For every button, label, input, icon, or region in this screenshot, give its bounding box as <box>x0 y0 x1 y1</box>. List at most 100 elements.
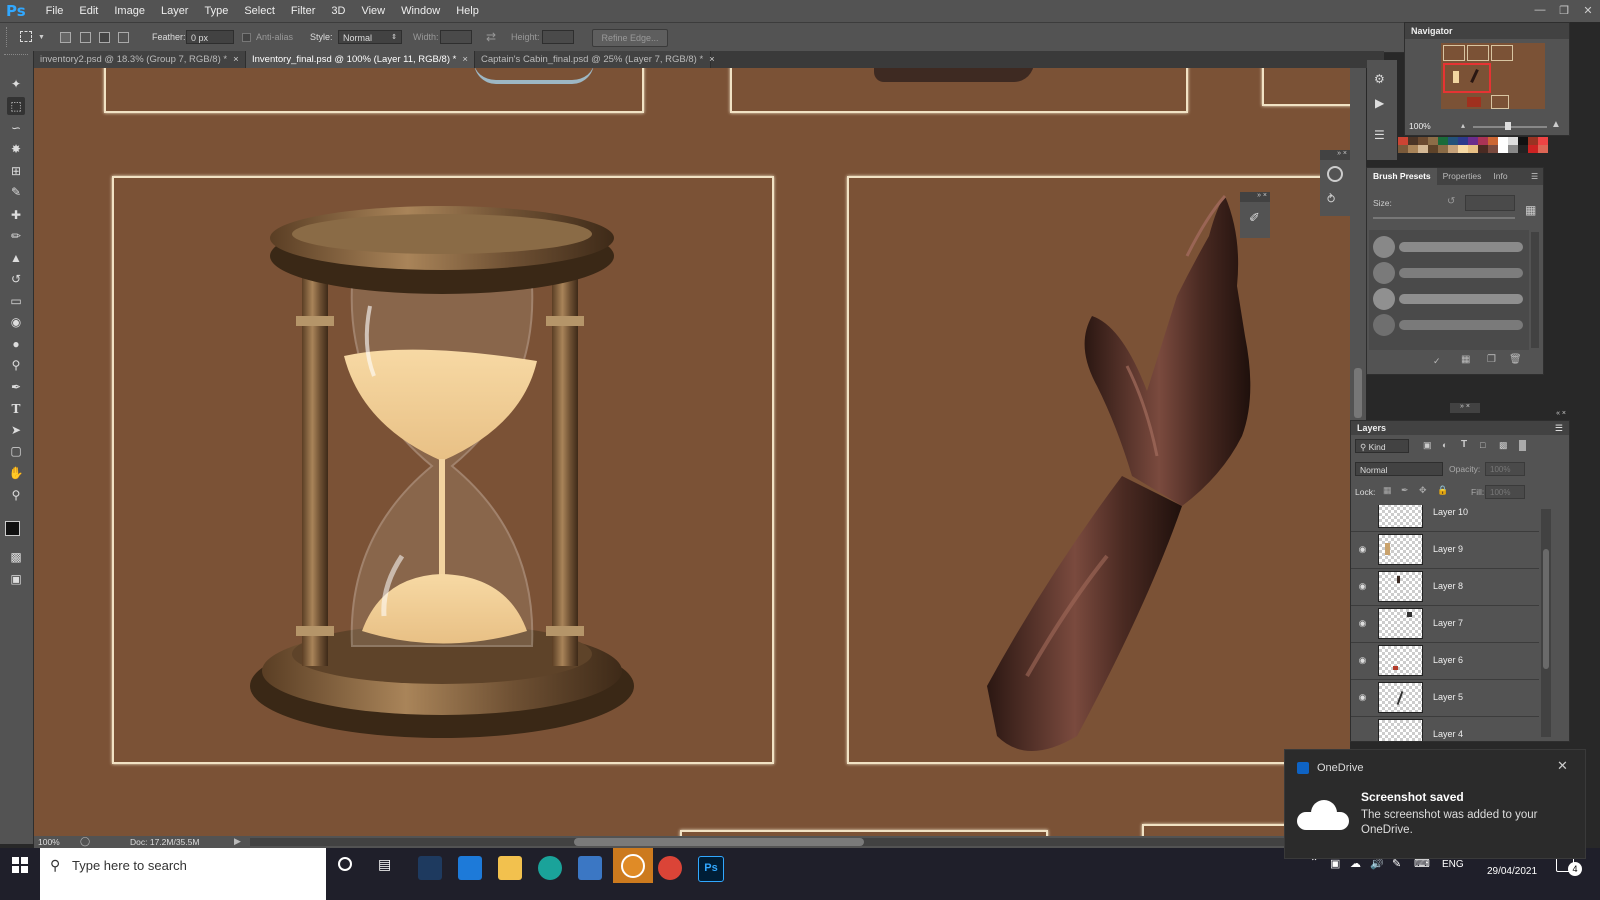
paint-bucket-tool-icon[interactable]: ◉ <box>7 313 25 331</box>
history-panel-icon[interactable]: ⚙ <box>1374 72 1385 86</box>
layer-row[interactable]: ◉ Layer 9 <box>1351 532 1539 569</box>
brush-preset-dot[interactable] <box>1373 262 1395 284</box>
brush-size-slider[interactable] <box>1373 217 1515 219</box>
brush-preset-dot[interactable] <box>1373 314 1395 336</box>
reset-icon[interactable]: ↺ <box>1447 196 1455 207</box>
layer-row[interactable]: Layer 4 <box>1351 717 1539 741</box>
tab-info[interactable]: Info <box>1487 168 1513 185</box>
zoom-out-icon[interactable]: ▴ <box>1461 121 1465 130</box>
status-zoom[interactable]: 100% <box>38 837 60 847</box>
eye-icon[interactable]: ◉ <box>1357 581 1368 592</box>
layers-scrollbar[interactable] <box>1541 509 1551 737</box>
visibility-toggle[interactable] <box>1357 729 1368 740</box>
layer-row[interactable]: ◉ Layer 7 <box>1351 606 1539 643</box>
restore-icon[interactable]: ❐ <box>1552 0 1576 20</box>
new-preset-icon[interactable]: ❐ <box>1487 354 1496 365</box>
zoom-in-icon[interactable]: ▲ <box>1551 119 1561 130</box>
close-icon[interactable]: ✕ <box>1576 0 1600 20</box>
navigator-zoom-value[interactable]: 100% <box>1409 121 1431 131</box>
close-icon[interactable]: × <box>462 54 468 65</box>
fill-input[interactable]: 100% <box>1485 485 1525 499</box>
style-select[interactable]: Normal ⇕ <box>338 30 402 44</box>
options-grip[interactable] <box>6 27 17 47</box>
canvas-vertical-scrollbar[interactable] <box>1350 68 1366 420</box>
panel-collapse-icon[interactable]: » × <box>1450 403 1480 413</box>
brush-preset-dot[interactable] <box>1373 288 1395 310</box>
type-filter-icon[interactable]: T <box>1461 439 1467 450</box>
eye-icon[interactable]: ◉ <box>1357 692 1368 703</box>
blend-mode-select[interactable]: Normal <box>1355 462 1443 476</box>
marquee-preset-icon[interactable] <box>20 31 32 42</box>
app-icon-tablet[interactable] <box>578 856 602 880</box>
slider-handle[interactable] <box>1505 122 1511 130</box>
windows-start-icon[interactable] <box>12 857 28 873</box>
filter-toggle[interactable] <box>1519 440 1526 451</box>
visibility-toggle[interactable] <box>1357 507 1368 518</box>
onedrive-notification-toast[interactable]: OneDrive ✕ Screenshot saved The screensh… <box>1284 749 1586 859</box>
canvas-horizontal-scrollbar[interactable] <box>250 838 1350 846</box>
chevron-down-icon[interactable]: ▼ <box>38 34 45 41</box>
brush-preset-stroke[interactable] <box>1399 320 1523 330</box>
brush-panel-settings-icon[interactable]: ▦ <box>1525 203 1536 217</box>
lock-pixels-icon[interactable]: ✒ <box>1401 485 1409 496</box>
clone-stamp-tool-icon[interactable]: ▲ <box>7 249 25 267</box>
blur-tool-icon[interactable]: ● <box>7 335 25 353</box>
cortana-icon[interactable] <box>338 857 352 871</box>
eye-icon[interactable]: ◉ <box>1357 544 1368 555</box>
subtract-selection-icon[interactable] <box>99 32 110 43</box>
close-icon[interactable]: ✕ <box>1557 758 1568 774</box>
navigator-view-box[interactable] <box>1443 63 1491 93</box>
navigator-thumbnail[interactable] <box>1441 43 1545 109</box>
menu-type[interactable]: Type <box>196 5 236 17</box>
edge-browser-icon[interactable] <box>538 856 562 880</box>
zoom-tool-icon[interactable]: ⚲ <box>7 486 25 504</box>
taskbar-search-box[interactable]: ⚲ Type here to search <box>40 848 326 900</box>
dodge-tool-icon[interactable]: ⚲ <box>7 356 25 374</box>
type-tool-icon[interactable]: T <box>7 400 25 418</box>
tab-inventory2[interactable]: inventory2.psd @ 18.3% (Group 7, RGB/8) … <box>34 51 246 68</box>
brush-preset-stroke[interactable] <box>1399 242 1523 252</box>
document-canvas[interactable] <box>34 68 1350 836</box>
height-input[interactable] <box>542 30 574 44</box>
width-input[interactable] <box>440 30 472 44</box>
lock-position-icon[interactable]: ✥ <box>1419 485 1427 496</box>
healing-brush-tool-icon[interactable]: ✚ <box>7 206 25 224</box>
close-icon[interactable]: × <box>233 54 239 65</box>
move-tool-icon[interactable]: ✦ <box>7 75 25 93</box>
layer-row[interactable]: ◉ Layer 6 <box>1351 643 1539 680</box>
menu-image[interactable]: Image <box>106 5 153 17</box>
file-explorer-icon[interactable] <box>498 856 522 880</box>
tools-grip[interactable] <box>4 54 28 61</box>
pixel-filter-icon[interactable]: ▣ <box>1423 440 1432 451</box>
mail-icon[interactable] <box>458 856 482 880</box>
opacity-input[interactable]: 100% <box>1485 462 1525 476</box>
new-selection-icon[interactable] <box>60 32 71 43</box>
status-menu-arrow-icon[interactable]: ▶ <box>234 836 241 847</box>
transform-icon[interactable]: ⥁ <box>1327 192 1335 206</box>
create-brush-icon[interactable]: ▦ <box>1461 354 1470 365</box>
tab-inventory-final[interactable]: Inventory_final.psd @ 100% (Layer 11, RG… <box>246 51 475 68</box>
tab-captains-cabin[interactable]: Captain's Cabin_final.psd @ 25% (Layer 7… <box>475 51 715 68</box>
actions-play-icon[interactable]: ▶ <box>1375 96 1384 110</box>
brush-preset-dot[interactable] <box>1373 236 1395 258</box>
brush-preset-stroke[interactable] <box>1399 294 1523 304</box>
scrollbar-thumb[interactable] <box>1543 549 1549 669</box>
marquee-tool-icon[interactable]: ⬚ <box>7 97 25 115</box>
swatches-strip[interactable] <box>1398 137 1568 153</box>
menu-window[interactable]: Window <box>393 5 448 17</box>
pen-tool-icon[interactable]: ✒ <box>7 378 25 396</box>
menu-3d[interactable]: 3D <box>323 5 353 17</box>
layer-row[interactable]: Layer 10 <box>1351 505 1539 532</box>
menu-layer[interactable]: Layer <box>153 5 197 17</box>
path-selection-tool-icon[interactable]: ➤ <box>7 421 25 439</box>
brush-list-scrollbar[interactable] <box>1531 232 1539 348</box>
scrollbar-thumb[interactable] <box>574 838 864 846</box>
panel-collapse-icon[interactable]: » × <box>1320 150 1350 160</box>
menu-edit[interactable]: Edit <box>71 5 106 17</box>
rectangle-tool-icon[interactable]: ▢ <box>7 442 25 460</box>
brush-size-input[interactable] <box>1465 195 1515 211</box>
layer-row[interactable]: ◉ Layer 5 <box>1351 680 1539 717</box>
intersect-selection-icon[interactable] <box>118 32 129 43</box>
lock-transparency-icon[interactable]: ▦ <box>1383 485 1392 496</box>
menu-file[interactable]: File <box>38 5 72 17</box>
